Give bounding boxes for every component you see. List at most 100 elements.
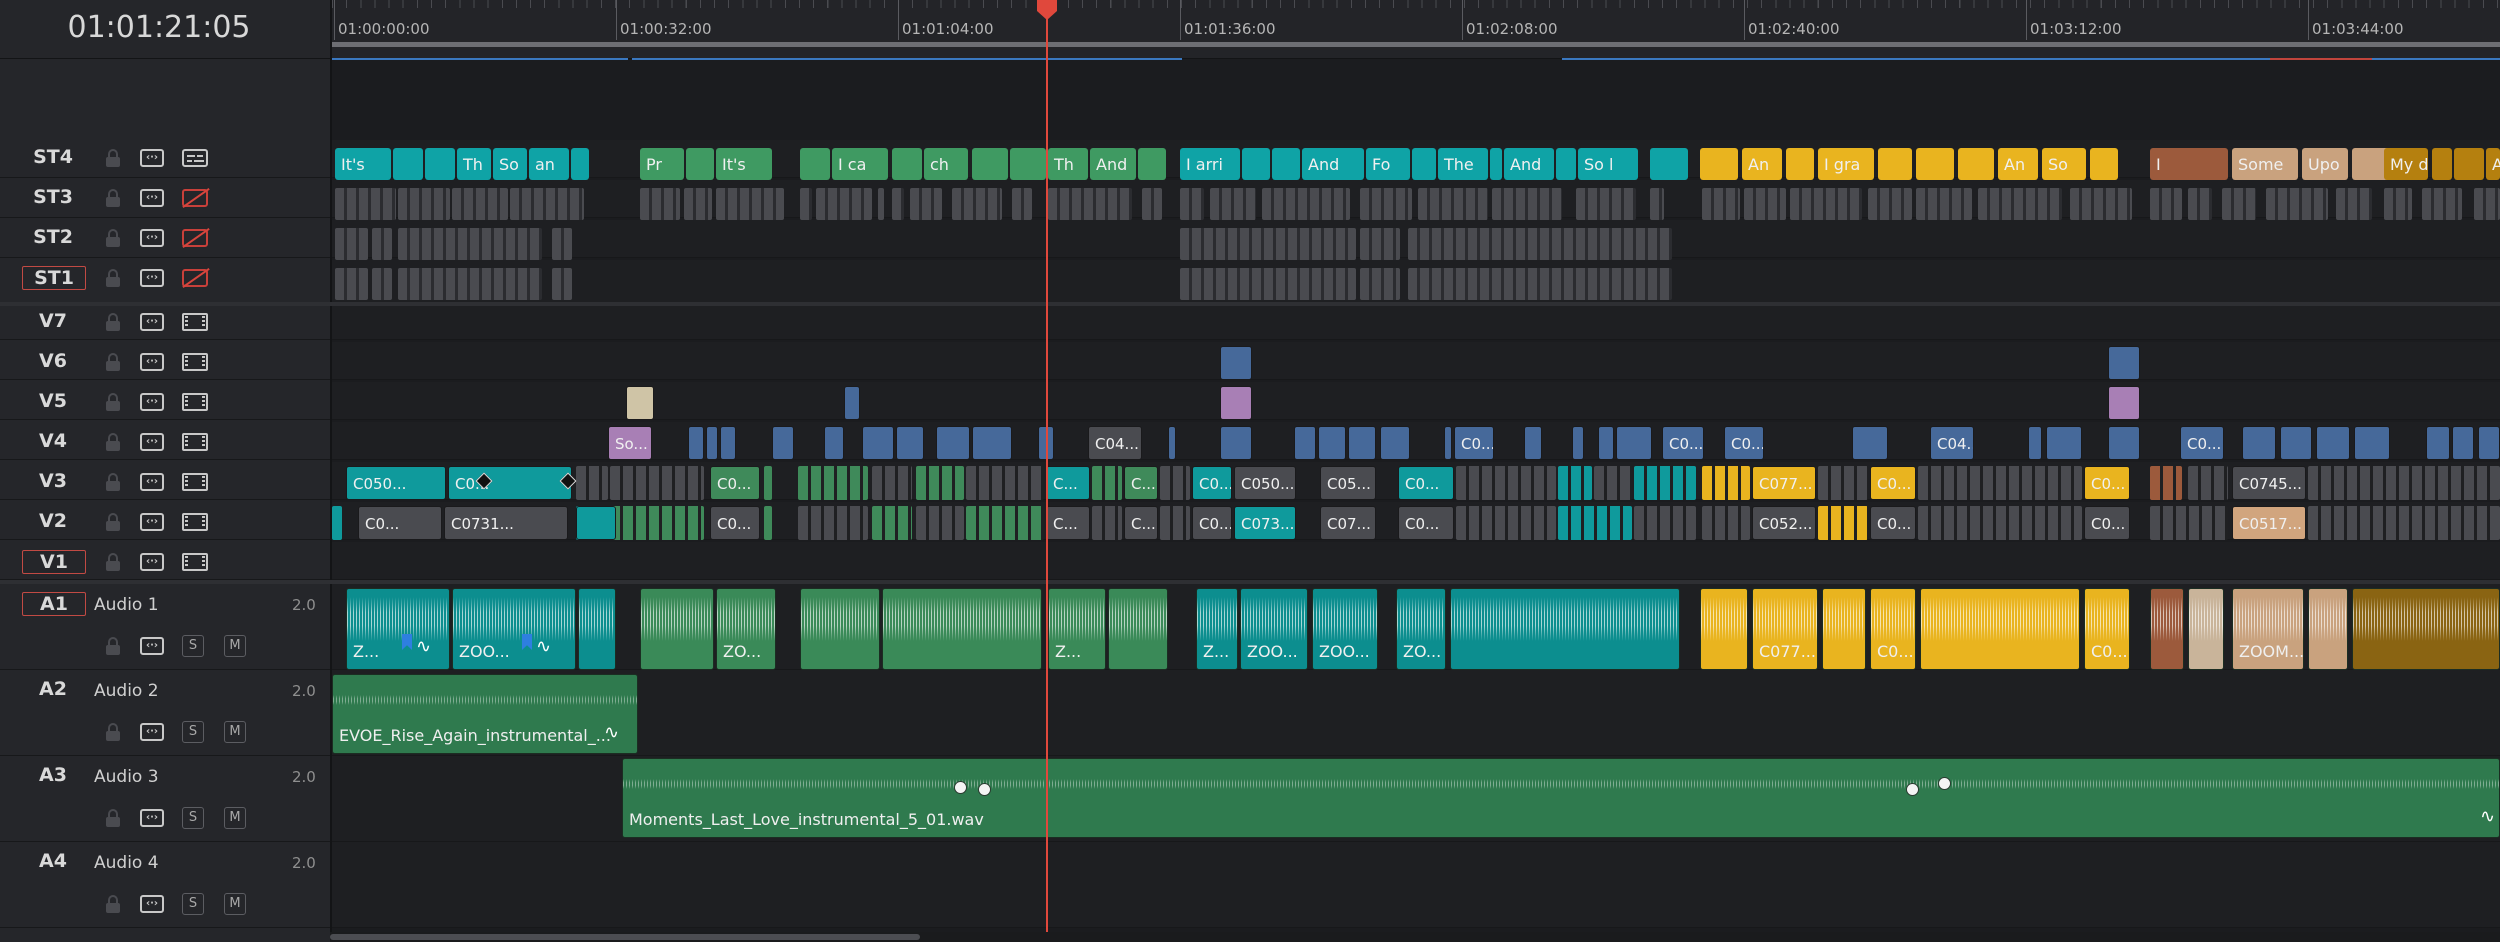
video-clip[interactable] xyxy=(1380,426,1410,460)
auto-select-icon[interactable]: ‹·› xyxy=(140,189,164,207)
subtitle-clip[interactable]: Fo xyxy=(1366,148,1410,180)
video-clip-group[interactable] xyxy=(1092,466,1122,500)
video-clip[interactable]: C0... xyxy=(1192,466,1232,500)
video-clip-group[interactable] xyxy=(1594,466,1632,500)
video-clip[interactable]: C... xyxy=(1046,506,1090,540)
lock-icon[interactable] xyxy=(106,313,120,331)
subtitle-clip[interactable] xyxy=(1272,148,1300,180)
video-clip[interactable] xyxy=(2426,426,2450,460)
video-track-icon[interactable] xyxy=(182,313,208,331)
audio-clip[interactable]: Z... xyxy=(1048,588,1106,670)
audio-clip[interactable]: Z... xyxy=(346,588,450,670)
audio-clip[interactable]: Z... xyxy=(1196,588,1238,670)
track-name[interactable]: ST4 xyxy=(22,146,84,168)
video-clip[interactable] xyxy=(1524,426,1542,460)
subtitle-clip-group[interactable] xyxy=(1210,188,1256,220)
audio-clip[interactable]: ZO... xyxy=(1396,588,1446,670)
video-clip[interactable] xyxy=(2108,346,2140,380)
track-name[interactable]: V4 xyxy=(22,430,84,452)
subtitle-clip-group[interactable] xyxy=(372,228,392,260)
track-name[interactable]: A2 xyxy=(22,678,84,700)
subtitle-clip[interactable] xyxy=(1958,148,1994,180)
subtitle-clip-group[interactable] xyxy=(816,188,872,220)
subtitle-clip-group[interactable] xyxy=(716,188,784,220)
video-clip[interactable]: C077... xyxy=(1752,466,1816,500)
track-header-v6[interactable]: V6 ‹·› xyxy=(0,342,330,380)
subtitle-clip[interactable]: an xyxy=(529,148,569,180)
mute-button[interactable]: M xyxy=(224,635,246,657)
video-clip[interactable] xyxy=(2354,426,2390,460)
video-clip-group[interactable] xyxy=(2150,506,2228,540)
subtitle-clip-group[interactable] xyxy=(1868,188,1912,220)
auto-select-icon[interactable]: ‹·› xyxy=(140,895,164,913)
video-clip[interactable] xyxy=(972,426,1012,460)
video-clip-group[interactable] xyxy=(610,506,704,540)
subtitle-clip-group[interactable] xyxy=(2422,188,2462,220)
audio-clip[interactable]: C0... xyxy=(1870,588,1916,670)
track-name[interactable]: V2 xyxy=(22,510,84,532)
video-clip[interactable]: C05... xyxy=(1320,466,1376,500)
track-name[interactable]: V7 xyxy=(22,310,84,332)
track-header-v4[interactable]: V4 ‹·› xyxy=(0,422,330,460)
video-track-icon[interactable] xyxy=(182,553,208,571)
subtitle-clip-group[interactable] xyxy=(1360,268,1400,300)
video-track-icon[interactable] xyxy=(182,393,208,411)
audio-clip[interactable]: ZOO... xyxy=(1312,588,1378,670)
video-clip[interactable]: So... xyxy=(608,426,652,460)
lock-icon[interactable] xyxy=(106,809,120,827)
audio-clip[interactable] xyxy=(1700,588,1748,670)
volume-keyframe[interactable] xyxy=(954,781,967,794)
video-clip[interactable]: C052... xyxy=(1752,506,1816,540)
video-clip[interactable]: C07... xyxy=(1320,506,1376,540)
audio-clip[interactable] xyxy=(882,588,1042,670)
volume-keyframe[interactable] xyxy=(1906,783,1919,796)
subtitle-clip-group[interactable] xyxy=(952,188,1002,220)
video-clip-group[interactable] xyxy=(764,506,772,540)
subtitle-clip-group[interactable] xyxy=(1744,188,1786,220)
video-clip-group[interactable] xyxy=(2308,466,2500,500)
subtitle-disabled-icon[interactable] xyxy=(182,229,208,247)
video-clip[interactable] xyxy=(2280,426,2312,460)
video-clip-group[interactable] xyxy=(576,466,608,500)
video-clip[interactable]: C0517... xyxy=(2232,506,2306,540)
subtitle-clip-group[interactable] xyxy=(800,188,812,220)
video-clip[interactable] xyxy=(2478,426,2500,460)
subtitle-clip-group[interactable] xyxy=(398,268,542,300)
video-clip[interactable]: C0... xyxy=(1454,426,1494,460)
audio-clip[interactable]: ZOO... xyxy=(452,588,576,670)
curve-editor-icon[interactable]: ∿ xyxy=(2480,806,2495,827)
video-clip-group[interactable] xyxy=(610,466,704,500)
video-clip-group[interactable] xyxy=(1092,506,1122,540)
subtitle-clip-group[interactable] xyxy=(1048,188,1132,220)
audio-clip[interactable] xyxy=(2352,588,2500,670)
audio-track-name[interactable]: Audio 2 xyxy=(94,681,159,701)
video-clip[interactable]: C04... xyxy=(1088,426,1142,460)
lock-icon[interactable] xyxy=(106,513,120,531)
subtitle-clip-group[interactable] xyxy=(2384,188,2412,220)
video-clip[interactable] xyxy=(1852,426,1888,460)
solo-button[interactable]: S xyxy=(182,893,204,915)
lock-icon[interactable] xyxy=(106,229,120,247)
track-lane-v7[interactable] xyxy=(332,302,2500,340)
subtitle-clip[interactable]: I arri xyxy=(1180,148,1240,180)
track-header-a3[interactable]: A3 Audio 3 2.0 ‹·› S M xyxy=(0,756,330,842)
subtitle-clip-group[interactable] xyxy=(398,228,542,260)
track-header-v2[interactable]: V2 ‹·› xyxy=(0,502,330,540)
subtitle-clip-group[interactable] xyxy=(510,188,584,220)
subtitle-video-divider[interactable] xyxy=(0,302,2500,306)
subtitle-clip[interactable]: And xyxy=(1504,148,1554,180)
subtitle-clip-group[interactable] xyxy=(1360,228,1400,260)
video-clip[interactable] xyxy=(1220,386,1252,420)
subtitle-clip-group[interactable] xyxy=(372,268,392,300)
subtitle-clip-group[interactable] xyxy=(1650,188,1664,220)
video-clip-group[interactable] xyxy=(872,506,912,540)
video-clip[interactable] xyxy=(1168,426,1176,460)
audio-clip[interactable]: EVOE_Rise_Again_instrumental_... xyxy=(332,674,638,754)
video-clip[interactable] xyxy=(706,426,718,460)
video-clip[interactable]: C0... xyxy=(1398,506,1454,540)
audio-clip[interactable]: C077... xyxy=(1752,588,1818,670)
audio-clip[interactable] xyxy=(640,588,714,670)
track-name[interactable]: A3 xyxy=(22,764,84,786)
video-clip[interactable] xyxy=(2242,426,2276,460)
video-clip[interactable]: C0... xyxy=(710,506,760,540)
